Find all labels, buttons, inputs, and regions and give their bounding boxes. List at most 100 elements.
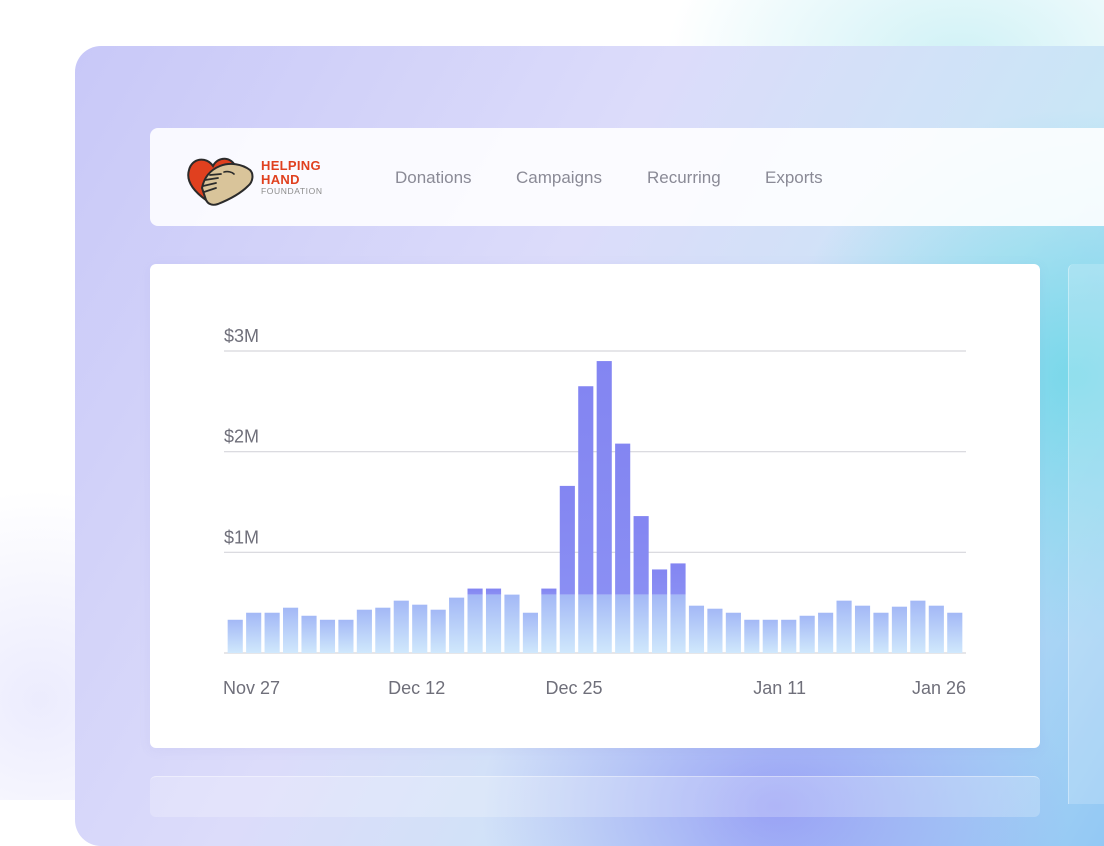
bar[interactable] <box>283 607 299 653</box>
bar-upper <box>541 588 557 595</box>
bar-upper <box>652 569 668 595</box>
brand-name-line1: HELPING <box>261 158 321 173</box>
bar-lower <box>559 594 575 653</box>
bar[interactable] <box>652 569 668 653</box>
bar-fill <box>836 600 852 653</box>
bar-fill <box>449 597 465 653</box>
bar-fill <box>854 605 871 653</box>
bar-fill <box>744 619 760 653</box>
bar-fill <box>319 619 336 653</box>
nav-item-donations[interactable]: Donations <box>395 168 472 188</box>
bar-upper <box>485 588 502 595</box>
bar-fill <box>928 605 944 653</box>
bar-fill <box>301 615 317 653</box>
bar[interactable] <box>375 607 391 653</box>
bar[interactable] <box>578 386 594 653</box>
bar-fill <box>799 615 815 653</box>
bar-fill <box>725 612 741 653</box>
nav-item-recurring[interactable]: Recurring <box>647 168 721 188</box>
bar-lower <box>615 594 631 653</box>
bar-upper <box>633 516 649 595</box>
bar-lower <box>670 594 686 653</box>
bar[interactable] <box>227 619 243 653</box>
heart-hand-icon <box>187 157 254 206</box>
bar[interactable] <box>910 600 926 653</box>
x-tick-label: Jan 11 <box>753 678 806 698</box>
bar-fill <box>781 619 797 653</box>
lower-panel <box>150 776 1040 817</box>
bar-lower <box>485 594 502 653</box>
brand-wordmark: HELPING HAND FOUNDATION <box>261 159 323 196</box>
bar[interactable] <box>449 597 465 653</box>
y-tick-label: $3M <box>224 326 259 346</box>
bar[interactable] <box>412 604 428 653</box>
bar-fill <box>910 600 926 653</box>
bar[interactable] <box>559 485 575 653</box>
bar-fill <box>393 600 409 653</box>
bar-fill <box>873 612 889 653</box>
brand-logo[interactable]: HELPING HAND FOUNDATION <box>186 148 336 206</box>
bar-upper <box>615 443 631 595</box>
nav-item-exports[interactable]: Exports <box>765 168 823 188</box>
bar[interactable] <box>522 612 538 653</box>
bar[interactable] <box>670 563 686 653</box>
bar-upper <box>596 361 612 595</box>
bar[interactable] <box>854 605 871 653</box>
bar-lower <box>652 594 668 653</box>
bar[interactable] <box>891 606 907 653</box>
bar[interactable] <box>338 619 354 653</box>
x-tick-label: Dec 25 <box>545 678 602 698</box>
side-panel <box>1068 264 1104 804</box>
bar[interactable] <box>596 361 612 653</box>
bar[interactable] <box>818 612 834 653</box>
bar-fill <box>375 607 391 653</box>
bar[interactable] <box>688 605 705 653</box>
bar[interactable] <box>319 619 336 653</box>
bar-lower <box>467 594 483 653</box>
bar[interactable] <box>356 609 372 653</box>
bar-lower <box>578 594 594 653</box>
bar-fill <box>412 604 428 653</box>
y-tick-label: $2M <box>224 427 259 447</box>
bar[interactable] <box>762 619 778 653</box>
bar-fill <box>522 612 538 653</box>
bar-fill <box>283 607 299 653</box>
donations-bar-chart: $1M $2M $3M Nov 27 Dec 12 Dec 25 Jan 11 Jan 26 <box>223 326 966 698</box>
x-tick-label: Dec 12 <box>388 678 445 698</box>
bar-fill <box>264 612 280 653</box>
bar-fill <box>818 612 834 653</box>
bar-lower <box>541 594 557 653</box>
brand-name-line3: FOUNDATION <box>261 186 323 196</box>
bar[interactable] <box>264 612 280 653</box>
bar[interactable] <box>781 619 797 653</box>
bar[interactable] <box>836 600 852 653</box>
bar[interactable] <box>393 600 409 653</box>
y-tick-label: $1M <box>224 527 259 547</box>
bar[interactable] <box>799 615 815 653</box>
bar[interactable] <box>430 609 446 653</box>
bar-fill <box>338 619 354 653</box>
bar[interactable] <box>947 612 963 653</box>
bar[interactable] <box>873 612 889 653</box>
bar[interactable] <box>707 608 723 653</box>
bar[interactable] <box>467 588 483 653</box>
bar-fill <box>227 619 243 653</box>
x-tick-label: Nov 27 <box>223 678 280 698</box>
bar[interactable] <box>541 588 557 653</box>
nav-item-campaigns[interactable]: Campaigns <box>516 168 602 188</box>
bar[interactable] <box>928 605 944 653</box>
bar[interactable] <box>615 443 631 653</box>
bar[interactable] <box>633 516 649 653</box>
bar[interactable] <box>301 615 317 653</box>
bar[interactable] <box>504 594 520 653</box>
bar[interactable] <box>246 612 262 653</box>
bar-fill <box>762 619 778 653</box>
bar[interactable] <box>744 619 760 653</box>
bar-fill <box>707 608 723 653</box>
bar-lower <box>596 594 612 653</box>
bar-fill <box>947 612 963 653</box>
bar[interactable] <box>485 588 502 653</box>
bar-upper <box>670 563 686 595</box>
bar-upper <box>559 485 575 595</box>
bar[interactable] <box>725 612 741 653</box>
